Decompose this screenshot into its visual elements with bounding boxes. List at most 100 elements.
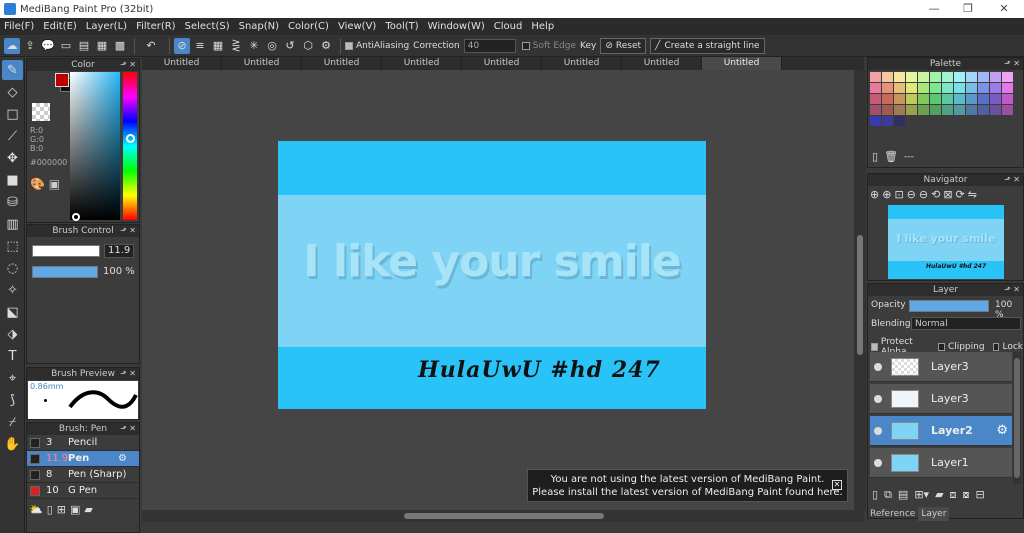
palette-swatch[interactable] [954,72,965,82]
rotate-left-icon[interactable]: ⟲ [931,188,940,201]
close-button[interactable]: ✕ [986,0,1022,18]
move-tool-icon[interactable]: ✥ [2,148,23,168]
panel-close-icon[interactable]: ⬏ ✕ [120,225,136,237]
palette-swatch[interactable] [966,94,977,104]
dot-tool-icon[interactable]: ⟋ [2,126,23,146]
brush-settings-icon[interactable]: ▣ [70,503,80,516]
layer-opacity-slider[interactable] [909,300,989,312]
flip-icon[interactable]: ⇋ [968,188,977,201]
tab-reference[interactable]: Reference [867,507,918,521]
grid-snap-icon[interactable]: ▦ [210,38,226,54]
brush-item-g-pen[interactable]: 10 G Pen [27,483,139,499]
grid-icon[interactable]: ▩ [112,38,128,54]
panel-close-icon[interactable]: ⬏ ✕ [1004,58,1020,70]
fit-icon[interactable]: ⊡ [894,188,903,201]
palette-swatch[interactable] [918,83,929,93]
palette-swatch[interactable] [942,94,953,104]
panel-close-icon[interactable]: ⬏ ✕ [120,59,136,71]
palette-swatch[interactable] [882,116,893,126]
ellipse-snap-icon[interactable]: ⬡ [300,38,316,54]
operation-tool-icon[interactable]: ⌖ [2,368,23,388]
reset-view-icon[interactable]: ⊠ [943,188,952,201]
navigator-thumbnail[interactable]: I like your smile HulaUwU #hd 247 [888,205,1004,279]
palette-swatch[interactable] [906,105,917,115]
palette-swatch[interactable] [870,72,881,82]
menu-view[interactable]: View(V) [338,21,376,32]
cloud-brush-icon[interactable]: ⛅ [29,503,43,516]
palette-swatch[interactable] [870,116,881,126]
curve-snap-icon[interactable]: ↺ [282,38,298,54]
layer-row[interactable]: Layer1 [870,448,1012,478]
zoom-out-alt-icon[interactable]: ⊖ [919,188,928,201]
palette-swatch[interactable] [990,72,1001,82]
vertical-scrollbar[interactable] [854,70,866,510]
layer-visibility-eye-icon[interactable] [874,394,882,403]
palette-swatch[interactable] [990,83,1001,93]
vertical-scroll-thumb[interactable] [857,235,863,355]
saturation-value-picker[interactable] [70,72,120,220]
menu-edit[interactable]: Edit(E) [43,21,77,32]
notification-close-icon[interactable]: ✕ [832,480,842,490]
new-palette-icon[interactable]: ▯ [872,150,878,163]
chat-icon[interactable]: ▭ [58,38,74,54]
palette-swatch[interactable] [894,116,905,126]
add-brush-icon[interactable]: ⊞ [57,503,66,516]
color-history-icon[interactable]: ▣ [49,177,60,191]
palette-swatch[interactable] [954,94,965,104]
palette-swatch[interactable] [906,94,917,104]
menu-color[interactable]: Color(C) [288,21,329,32]
palette-swatch[interactable] [966,105,977,115]
palette-swatch[interactable] [918,94,929,104]
drawing-canvas[interactable]: I like your smile HulaUwU #hd 247 [278,141,706,409]
palette-swatch[interactable] [1002,72,1013,82]
new-layer-icon[interactable]: ▯ [872,488,878,502]
layer-scrollbar[interactable] [1013,352,1021,484]
palette-swatch[interactable] [978,105,989,115]
menu-snap[interactable]: Snap(N) [239,21,279,32]
layer-settings-gear-icon[interactable]: ⚙ [996,423,1008,438]
merge-layer-icon[interactable]: ⧇ [963,488,970,502]
palette-swatch[interactable] [942,105,953,115]
palette-swatch[interactable] [882,83,893,93]
palette-swatch[interactable] [930,72,941,82]
antialias-checkbox[interactable] [345,41,353,50]
brush-folder-icon[interactable]: ▰ [84,503,92,516]
layer-more-icon[interactable]: ⊟ [976,488,985,502]
palette-swatch[interactable] [882,105,893,115]
panel-close-icon[interactable]: ⬏ ✕ [120,368,136,380]
reset-button[interactable]: ⊘ Reset [600,37,647,54]
menu-filter[interactable]: Filter(R) [136,21,176,32]
tab-untitled[interactable]: Untitled [382,57,462,70]
palette-swatch[interactable] [882,94,893,104]
brush-size-value[interactable]: 11.9 [104,244,134,258]
bucket-tool-icon[interactable]: ⛁ [2,192,23,212]
palette-swatch[interactable] [918,105,929,115]
update-notification[interactable]: You are not using the latest version of … [527,469,848,502]
palette-swatch[interactable] [966,72,977,82]
select-rect-tool-icon[interactable]: ⬚ [2,236,23,256]
layer-row-selected[interactable]: Layer2 ⚙ [870,416,1012,446]
new-brush-icon[interactable]: ▯ [47,503,53,516]
palette-swatch[interactable] [942,72,953,82]
panel-close-icon[interactable]: ⬏ ✕ [1004,174,1020,186]
palette-swatch[interactable] [966,83,977,93]
palette-swatch[interactable] [1002,83,1013,93]
duplicate-layer-icon[interactable]: ⧈ [950,488,957,502]
palette-swatch[interactable] [870,105,881,115]
palette-swatch[interactable] [906,83,917,93]
rotate-right-icon[interactable]: ⟳ [956,188,965,201]
palette-swatch[interactable] [978,83,989,93]
panel-close-icon[interactable]: ⬏ ✕ [120,423,136,435]
zoom-out-icon[interactable]: ⊖ [907,188,916,201]
clipping-checkbox[interactable] [938,343,945,351]
undo-icon[interactable]: ↶ [139,38,163,54]
comment-icon[interactable]: 💬 [40,38,56,54]
menu-tool[interactable]: Tool(T) [385,21,418,32]
palette-swatch[interactable] [990,94,1001,104]
brush-size-slider[interactable] [32,245,100,257]
brush-item-pen[interactable]: 11.9 Pen ⚙ [27,451,139,467]
palette-swatch[interactable] [1002,105,1013,115]
brush-item-pen-sharp[interactable]: 8 Pen (Sharp) [27,467,139,483]
tab-untitled[interactable]: Untitled [142,57,222,70]
add-layer-menu-icon[interactable]: ⊞▾ [914,488,929,502]
